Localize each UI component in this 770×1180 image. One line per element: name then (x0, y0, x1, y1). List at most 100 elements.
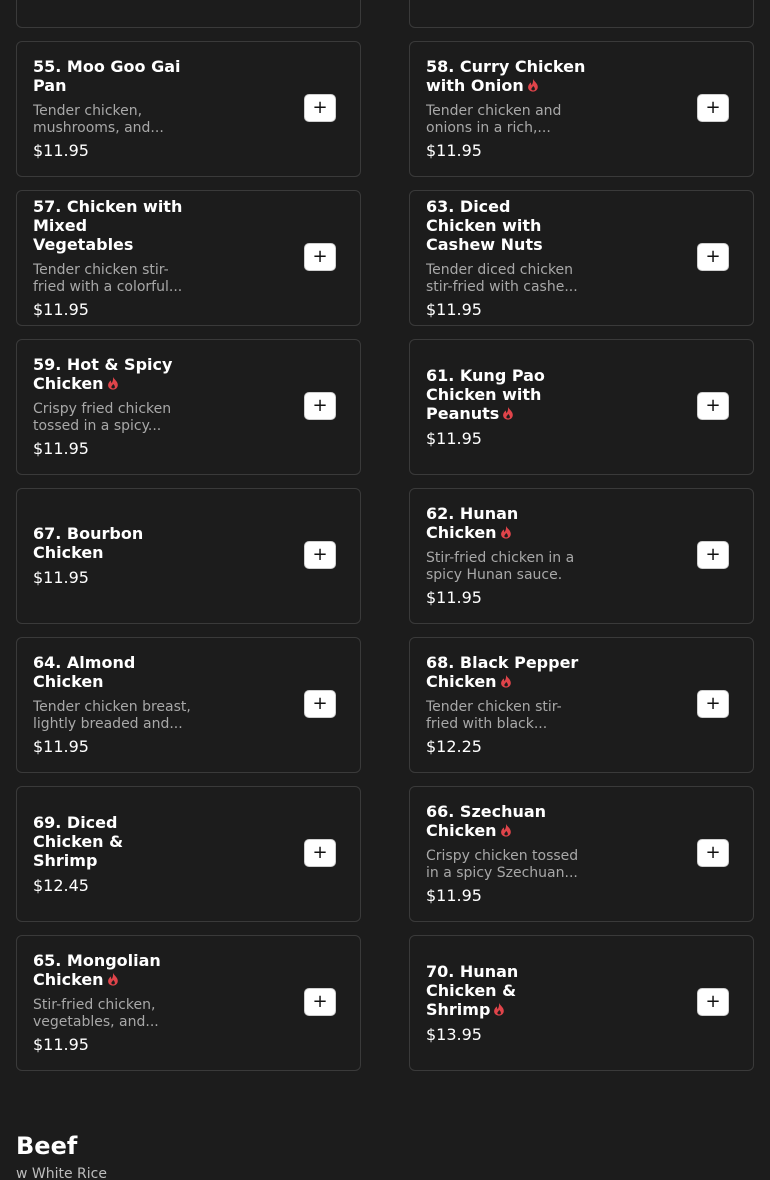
menu-item-price: $13.95 (426, 1024, 482, 1044)
menu-item-card[interactable]: 61. Kung Pao Chicken with Peanuts $11.95 + (409, 339, 754, 475)
menu-item-text: 63. Diced Chicken with Cashew Nuts Tender… (426, 197, 586, 320)
menu-item-name-label: 69. Diced Chicken & Shrimp (33, 812, 124, 870)
menu-item-text: 70. Hunan Chicken & Shrimp $13.95 (426, 962, 586, 1045)
menu-item-info: 63. Diced Chicken with Cashew Nuts Tender… (426, 191, 586, 325)
menu-item-card[interactable]: 58. Curry Chicken with Onion Tender chick… (409, 41, 754, 177)
menu-item-text: 67. Bourbon Chicken $11.95 (33, 524, 193, 588)
menu-item-name: 62. Hunan Chicken (426, 504, 586, 542)
menu-item-price: $11.95 (33, 568, 89, 587)
menu-item-card[interactable]: 70. Hunan Chicken & Shrimp $13.95 + (409, 935, 754, 1071)
menu-item-text: 62. Hunan Chicken Stir-fried chicken in a… (426, 504, 586, 608)
menu-item-card[interactable]: 67. Bourbon Chicken $11.95 + (16, 488, 361, 624)
menu-item-info: 57. Chicken with Mixed Vegetables Tender … (33, 191, 193, 325)
flame-icon (500, 674, 512, 688)
add-to-cart-button[interactable]: + (697, 243, 729, 271)
add-to-cart-button[interactable]: + (697, 690, 729, 718)
menu-item-info: 67. Bourbon Chicken $11.95 (33, 489, 193, 623)
menu-item-description: Tender chicken stir-fried with black... (426, 699, 562, 732)
menu-item-card[interactable]: 62. Hunan Chicken Stir-fried chicken in a… (409, 488, 754, 624)
menu-item-price: $12.25 (426, 737, 482, 756)
menu-item-text: 66. Szechuan Chicken Crispy chicken tosse… (426, 802, 586, 906)
menu-item-text: 61. Kung Pao Chicken with Peanuts $11.95 (426, 366, 586, 449)
menu-item-info: 59. Hot & Spicy Chicken Crispy fried chic… (33, 340, 193, 474)
menu-item-price: $11.95 (426, 886, 482, 905)
menu-item-description: Crispy chicken tossed in a spicy Szechua… (426, 848, 579, 881)
menu-item-name: 59. Hot & Spicy Chicken (33, 355, 193, 393)
menu-item-card[interactable]: 64. Almond Chicken Tender chicken breast,… (16, 637, 361, 773)
menu-item-card[interactable]: 57. Chicken with Mixed Vegetables Tender … (16, 190, 361, 326)
add-to-cart-button[interactable]: + (697, 988, 729, 1016)
menu-item-name: 67. Bourbon Chicken (33, 524, 193, 562)
menu-item-text: 68. Black Pepper Chicken Tender chicken s… (426, 653, 586, 757)
menu-item-info: 55. Moo Goo Gai Pan Tender chicken, mushr… (33, 42, 193, 176)
menu-item-name: 61. Kung Pao Chicken with Peanuts (426, 366, 586, 423)
menu-item-grid: Tender chicken and...$11.95+$11.95+55. M… (16, 0, 754, 1071)
menu-item-text: 69. Diced Chicken & Shrimp $12.45 (33, 813, 193, 896)
menu-item-name-label: 65. Mongolian Chicken (33, 951, 161, 989)
menu-item-name-label: 55. Moo Goo Gai Pan (33, 57, 181, 95)
menu-item-price: $11.95 (33, 299, 89, 319)
menu-item-info: 69. Diced Chicken & Shrimp $12.45 (33, 787, 193, 921)
menu-item-info: 61. Kung Pao Chicken with Peanuts $11.95 (426, 340, 586, 474)
menu-item-info: Tender chicken and...$11.95 (33, 0, 193, 27)
menu-item-text: 59. Hot & Spicy Chicken Crispy fried chic… (33, 355, 193, 459)
menu-item-description: Stir-fried chicken, vegetables, and... (33, 997, 159, 1030)
menu-item-name-label: 64. Almond Chicken (33, 653, 136, 691)
menu-item-card[interactable]: 66. Szechuan Chicken Crispy chicken tosse… (409, 786, 754, 922)
add-to-cart-button[interactable]: + (304, 988, 336, 1016)
add-to-cart-button[interactable]: + (697, 541, 729, 569)
add-to-cart-button[interactable]: + (697, 839, 729, 867)
add-to-cart-button[interactable]: + (304, 243, 336, 271)
menu-item-info: 66. Szechuan Chicken Crispy chicken tosse… (426, 787, 586, 921)
menu-item-name-label: 67. Bourbon Chicken (33, 524, 144, 562)
menu-item-info: 70. Hunan Chicken & Shrimp $13.95 (426, 936, 586, 1070)
menu-item-info: 68. Black Pepper Chicken Tender chicken s… (426, 638, 586, 772)
menu-item-card[interactable]: $11.95+ (409, 0, 754, 28)
menu-item-name: 55. Moo Goo Gai Pan (33, 57, 193, 95)
menu-item-name-label: 58. Curry Chicken with Onion (426, 57, 586, 95)
menu-item-price: $11.95 (426, 141, 482, 160)
menu-item-name: 58. Curry Chicken with Onion (426, 57, 586, 95)
menu-item-description: Tender diced chicken stir-fried with cas… (426, 261, 578, 295)
menu-item-card[interactable]: 65. Mongolian Chicken Stir-fried chicken,… (16, 935, 361, 1071)
flame-icon (107, 972, 119, 986)
menu-item-price: $11.95 (426, 299, 482, 319)
menu-item-text: 58. Curry Chicken with Onion Tender chick… (426, 57, 586, 161)
menu-item-description: Crispy fried chicken tossed in a spicy..… (33, 401, 172, 434)
menu-item-name: 64. Almond Chicken (33, 653, 193, 691)
add-to-cart-button[interactable]: + (304, 392, 336, 420)
menu-item-description: Tender chicken breast, lightly breaded a… (33, 699, 191, 732)
menu-item-name: 66. Szechuan Chicken (426, 802, 586, 840)
add-to-cart-button[interactable]: + (697, 94, 729, 122)
menu-item-info: 65. Mongolian Chicken Stir-fried chicken,… (33, 936, 193, 1070)
section-header-beef: Beef w White Rice (16, 1130, 107, 1180)
menu-item-card[interactable]: 68. Black Pepper Chicken Tender chicken s… (409, 637, 754, 773)
menu-item-name: 68. Black Pepper Chicken (426, 653, 586, 691)
menu-item-card[interactable]: 55. Moo Goo Gai Pan Tender chicken, mushr… (16, 41, 361, 177)
menu-item-info: 64. Almond Chicken Tender chicken breast,… (33, 638, 193, 772)
flame-icon (527, 78, 539, 92)
menu-item-card[interactable]: 69. Diced Chicken & Shrimp $12.45 + (16, 786, 361, 922)
menu-item-name-label: 57. Chicken with Mixed Vegetables (33, 196, 183, 254)
add-to-cart-button[interactable]: + (304, 839, 336, 867)
add-to-cart-button[interactable]: + (697, 392, 729, 420)
menu-item-card[interactable]: 63. Diced Chicken with Cashew Nuts Tender… (409, 190, 754, 326)
add-to-cart-button[interactable]: + (304, 94, 336, 122)
menu-item-text: 57. Chicken with Mixed Vegetables Tender … (33, 197, 193, 320)
menu-item-description: Tender chicken and onions in a rich,... (426, 103, 562, 136)
menu-item-name: 65. Mongolian Chicken (33, 951, 193, 989)
menu-item-name-label: 59. Hot & Spicy Chicken (33, 355, 173, 393)
menu-item-card[interactable]: Tender chicken and...$11.95+ (16, 0, 361, 28)
menu-item-price: $11.95 (33, 141, 89, 160)
flame-icon (107, 376, 119, 390)
menu-item-description: Tender chicken stir-fried with a colorfu… (33, 261, 183, 295)
flame-icon (493, 1002, 505, 1016)
menu-item-info: 58. Curry Chicken with Onion Tender chick… (426, 42, 586, 176)
add-to-cart-button[interactable]: + (304, 690, 336, 718)
menu-item-name: 57. Chicken with Mixed Vegetables (33, 197, 193, 254)
menu-item-name-label: 66. Szechuan Chicken (426, 802, 547, 840)
menu-item-name: 69. Diced Chicken & Shrimp (33, 813, 193, 870)
add-to-cart-button[interactable]: + (304, 541, 336, 569)
menu-item-card[interactable]: 59. Hot & Spicy Chicken Crispy fried chic… (16, 339, 361, 475)
flame-icon (500, 525, 512, 539)
